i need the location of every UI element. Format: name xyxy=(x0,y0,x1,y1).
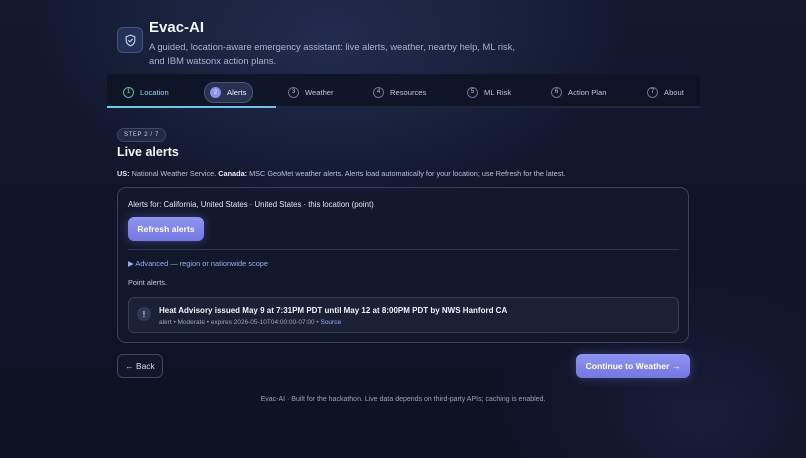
step-label: Resources xyxy=(390,87,427,97)
point-alerts-label: Point alerts. xyxy=(128,278,168,287)
page-title: Live alerts xyxy=(117,145,179,159)
step-action-plan[interactable]: 6 Action Plan xyxy=(551,83,606,101)
app-subtitle: A guided, location-aware emergency assis… xyxy=(149,41,515,66)
progress-track xyxy=(107,106,700,108)
step-label: About xyxy=(664,87,684,97)
divider xyxy=(128,249,679,250)
step-label: Location xyxy=(140,87,169,97)
app-title: Evac-AI xyxy=(149,19,205,36)
alert-exclamation-icon: ! xyxy=(137,307,151,321)
step-location[interactable]: 1 Location xyxy=(123,83,169,101)
step-number: 4 xyxy=(373,86,384,98)
alert-meta: alert • Moderate • expires 2026-05-10T04… xyxy=(159,319,341,326)
alert-title: Heat Advisory issued May 9 at 7:31PM PDT… xyxy=(159,306,508,315)
source-description: US: National Weather Service. Canada: MS… xyxy=(117,169,565,178)
step-ml-risk[interactable]: 5 ML Risk xyxy=(467,83,511,101)
canada-label: Canada: xyxy=(218,169,248,178)
step-alerts[interactable]: 2 Alerts xyxy=(204,82,254,103)
shield-check-icon xyxy=(125,34,135,46)
advanced-scope-toggle[interactable]: ▶ Advanced — region or nationwide scope xyxy=(128,259,268,268)
refresh-alerts-button[interactable]: Refresh alerts xyxy=(128,217,204,241)
back-button[interactable]: ← Back xyxy=(117,354,163,378)
alerts-location-text: Alerts for: California, United States · … xyxy=(128,200,374,209)
step-indicator-badge: STEP 2 / 7 xyxy=(117,128,166,142)
step-navigation: 1 Location 2 Alerts 3 Weather 4 Resource… xyxy=(107,74,700,108)
step-number: 1 xyxy=(123,86,134,98)
alert-meta-text: alert • Moderate • expires 2026-05-10T04… xyxy=(159,319,321,326)
step-about[interactable]: 7 About xyxy=(647,83,684,101)
footer-text: Evac-AI · Built for the hackathon. Live … xyxy=(260,396,546,403)
alert-card: ! Heat Advisory issued May 9 at 7:31PM P… xyxy=(128,297,679,333)
step-number: 2 xyxy=(210,87,221,98)
canada-source-text: MSC GeoMet weather alerts. Alerts load a… xyxy=(247,169,566,178)
continue-to-weather-button[interactable]: Continue to Weather → xyxy=(576,354,690,378)
us-source-text: National Weather Service. xyxy=(129,169,219,178)
progress-fill xyxy=(107,106,277,108)
us-label: US: xyxy=(117,169,130,178)
step-number: 6 xyxy=(551,86,562,98)
app-logo xyxy=(117,27,143,53)
step-number: 5 xyxy=(467,86,478,98)
step-weather[interactable]: 3 Weather xyxy=(288,83,334,101)
step-label: Weather xyxy=(305,87,334,97)
alert-source-link[interactable]: Source xyxy=(320,319,341,326)
step-label: Alerts xyxy=(227,88,247,97)
step-number: 7 xyxy=(647,86,658,98)
alerts-panel: Alerts for: California, United States · … xyxy=(117,187,689,343)
step-label: ML Risk xyxy=(484,87,512,97)
step-resources[interactable]: 4 Resources xyxy=(373,83,426,101)
step-label: Action Plan xyxy=(568,87,607,97)
step-number: 3 xyxy=(288,86,299,98)
